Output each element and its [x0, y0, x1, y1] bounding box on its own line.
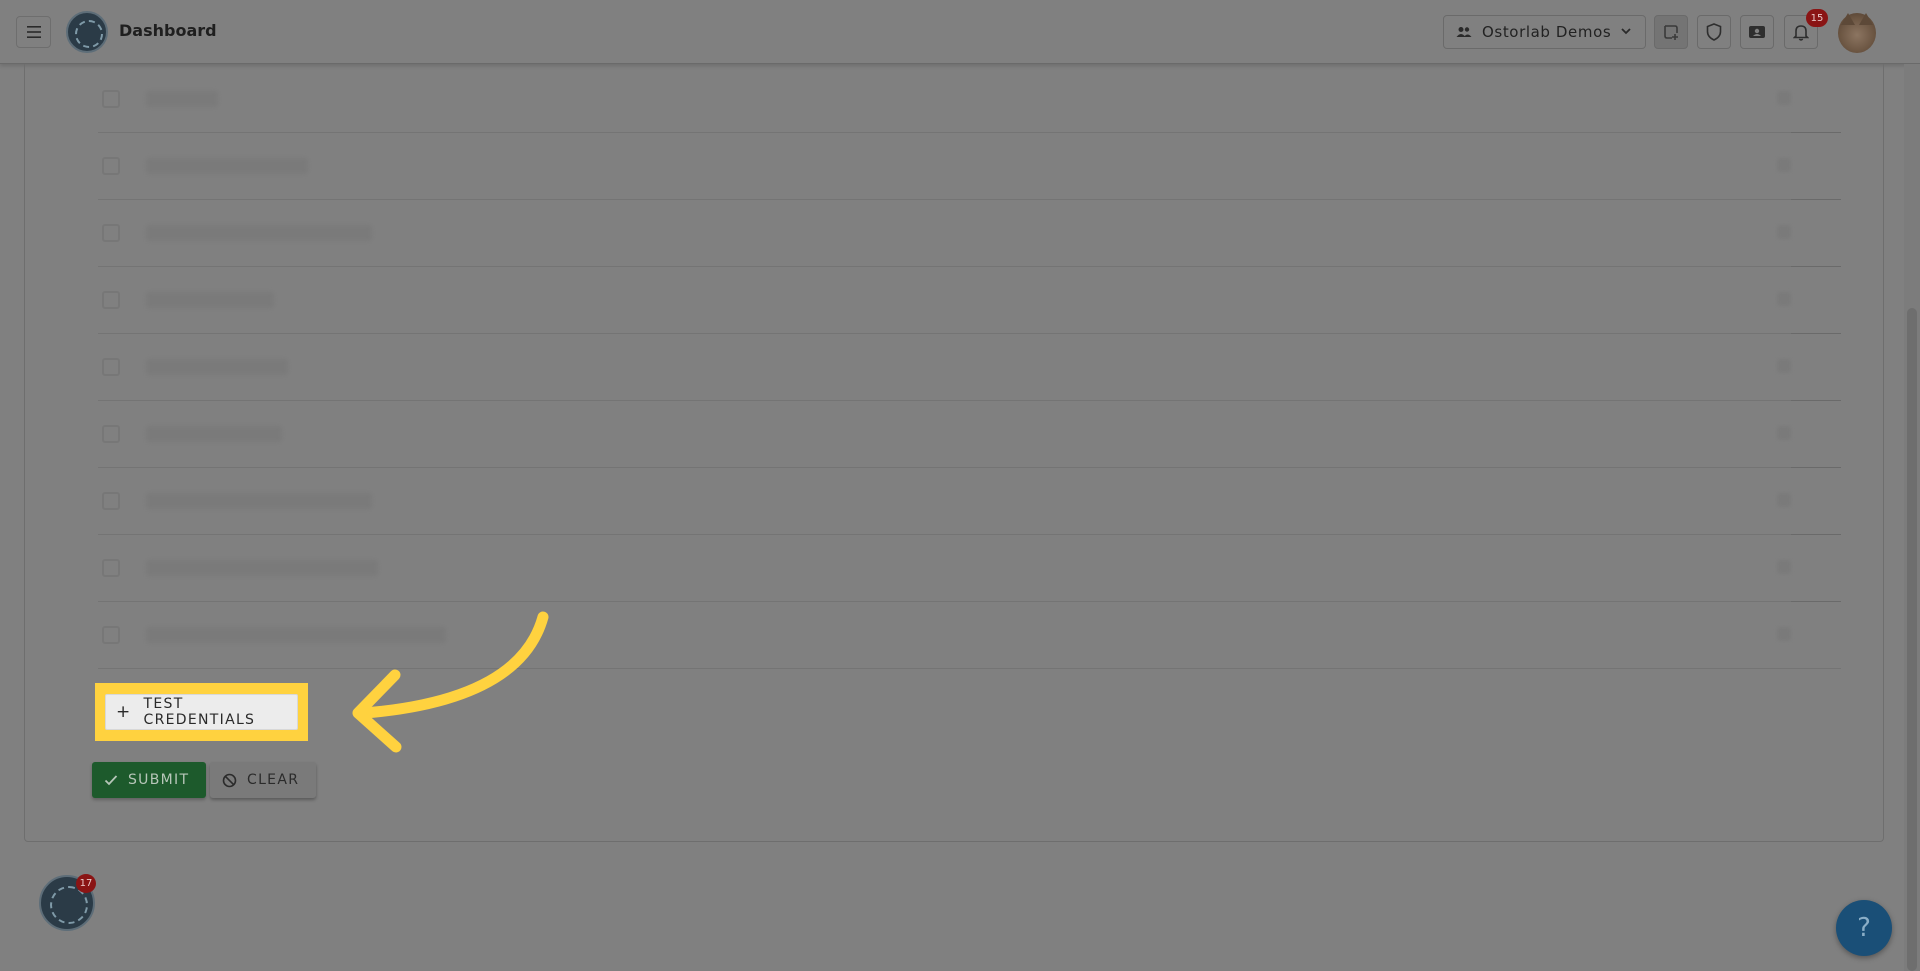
contact-card-icon	[1749, 26, 1765, 38]
row-checkbox[interactable]	[102, 626, 120, 644]
row-text-placeholder	[146, 91, 218, 107]
row-checkbox[interactable]	[102, 559, 120, 577]
row-checkbox[interactable]	[102, 224, 120, 242]
list-item[interactable]	[98, 66, 1841, 133]
notifications-badge: 15	[1806, 9, 1828, 27]
chevron-down-icon	[1621, 28, 1631, 35]
row-action-icon[interactable]	[1777, 560, 1791, 574]
list-item[interactable]	[98, 334, 1841, 401]
check-icon	[104, 775, 118, 786]
row-action-icon[interactable]	[1777, 359, 1791, 373]
row-action-icon[interactable]	[1777, 292, 1791, 306]
submit-label: SUBMIT	[128, 772, 190, 788]
row-text-placeholder	[146, 359, 288, 375]
row-action-icon[interactable]	[1777, 493, 1791, 507]
security-button[interactable]	[1697, 15, 1731, 49]
organization-name: Ostorlab Demos	[1482, 23, 1612, 41]
new-scan-button[interactable]	[1654, 15, 1688, 49]
people-icon	[1456, 27, 1472, 37]
list-item[interactable]	[98, 200, 1841, 267]
row-checkbox[interactable]	[102, 291, 120, 309]
row-text-placeholder	[146, 292, 274, 308]
shield-icon	[1706, 23, 1722, 41]
list-item[interactable]	[98, 535, 1841, 602]
plus-icon: +	[116, 702, 132, 722]
bell-icon	[1793, 25, 1809, 41]
row-checkbox[interactable]	[102, 358, 120, 376]
list-item[interactable]	[98, 133, 1841, 200]
hamburger-icon	[26, 26, 41, 38]
page-title: Dashboard	[119, 21, 217, 40]
hamburger-menu-button[interactable]	[16, 16, 51, 48]
scan-add-icon	[1664, 25, 1678, 40]
block-icon	[222, 773, 237, 787]
list-item[interactable]	[98, 401, 1841, 468]
row-checkbox[interactable]	[102, 425, 120, 443]
row-action-icon[interactable]	[1777, 426, 1791, 440]
annotation-arrow	[352, 611, 549, 753]
user-avatar[interactable]	[1838, 13, 1876, 53]
row-checkbox[interactable]	[102, 492, 120, 510]
submit-button[interactable]: SUBMIT	[92, 762, 206, 798]
row-text-placeholder	[146, 225, 372, 241]
row-text-placeholder	[146, 493, 372, 509]
ostorlab-logo[interactable]	[66, 11, 108, 53]
scrollbar-thumb[interactable]	[1907, 308, 1917, 971]
help-button[interactable]: ?	[1836, 900, 1892, 956]
add-test-credentials-label: TEST CREDENTIALS	[143, 696, 256, 728]
row-text-placeholder	[146, 158, 308, 174]
clear-label: CLEAR	[247, 772, 300, 788]
clear-button[interactable]: CLEAR	[210, 762, 316, 798]
row-text-placeholder	[146, 426, 282, 442]
organization-select[interactable]: Ostorlab Demos	[1443, 15, 1646, 49]
contacts-button[interactable]	[1740, 15, 1774, 49]
add-test-credentials-button[interactable]: + TEST CREDENTIALS	[105, 694, 298, 730]
row-action-icon[interactable]	[1777, 627, 1791, 641]
row-action-icon[interactable]	[1777, 91, 1791, 105]
row-checkbox[interactable]	[102, 90, 120, 108]
list-item[interactable]	[98, 267, 1841, 334]
row-action-icon[interactable]	[1777, 158, 1791, 172]
widget-badge: 17	[76, 874, 96, 893]
row-text-placeholder	[146, 560, 378, 576]
row-action-icon[interactable]	[1777, 225, 1791, 239]
top-bar: Dashboard Ostorlab Demos 15	[0, 0, 1920, 64]
row-checkbox[interactable]	[102, 157, 120, 175]
list-item[interactable]	[98, 468, 1841, 535]
